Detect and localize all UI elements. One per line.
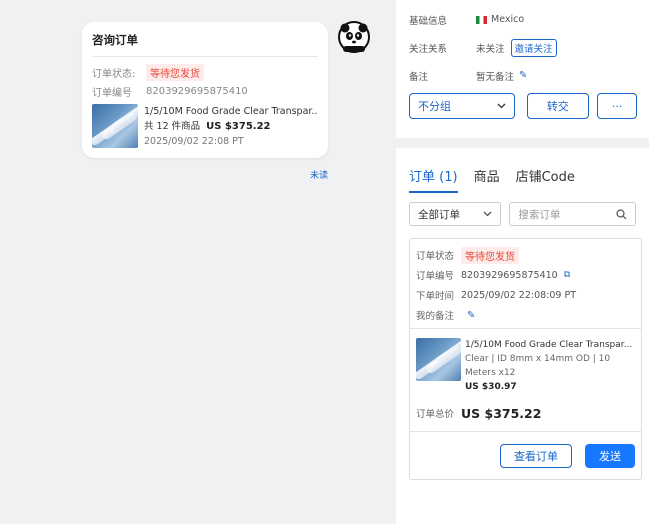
product-thumbnail [416,338,461,381]
order-price: US $375.22 [206,121,271,132]
order-filter-select[interactable]: 全部订单 [409,202,502,226]
order-no-label: 订单编号 [92,87,132,99]
transfer-button[interactable]: 转交 [526,93,590,119]
panda-avatar-icon[interactable] [338,21,370,53]
edit-note-icon[interactable]: ✎ [467,310,475,321]
product-name: 1/5/10M Food Grade Clear Transpar... [144,106,318,117]
edit-note-icon[interactable]: ✎ [519,70,527,81]
search-icon[interactable] [616,208,627,220]
chevron-down-icon [497,103,505,109]
send-button[interactable]: 发送 [585,443,635,468]
card-title: 咨询订单 [92,32,318,57]
order-time-label: 下单时间 [416,291,455,302]
customer-side-panel: 基础信息 Mexico 关注关系 未关注 邀请关注 备注 暂无备注 ✎ 不分组 转交… [396,0,649,524]
order-filter-value: 全部订单 [418,208,460,221]
customer-info: 基础信息 Mexico 关注关系 未关注 邀请关注 备注 暂无备注 ✎ 不分组 转交… [396,10,649,148]
group-select-value: 不分组 [418,100,451,113]
order-time: 2025/09/02 22:08:09 PT [461,289,576,301]
my-note-label: 我的备注 [416,311,455,322]
more-button[interactable]: ··· [597,93,637,119]
relation-label: 关注关系 [409,43,448,55]
product-name: 1/5/10M Food Grade Clear Transpar... [465,340,633,350]
order-date: 2025/09/02 22:08 PT [144,136,244,147]
order-total-label: 订单总价 [416,409,455,420]
product-spec: Clear | ID 8mm x 14mm OD | 10 Meters x12 [465,354,611,378]
note-value: 暂无备注 [476,71,515,83]
view-order-button[interactable]: 查看订单 [500,443,572,468]
order-status-badge: 等待您发货 [461,246,519,264]
copy-icon[interactable]: ⧉ [564,270,570,280]
basic-info-label: 基础信息 [409,15,448,27]
order-total: US $375.22 [461,405,542,421]
group-select[interactable]: 不分组 [409,93,515,119]
mexico-flag-icon [476,15,487,24]
order-detail-card: 订单状态 等待您发货 订单编号 8203929695875410 ⧉ 下单时间 2… [409,238,642,480]
invite-follow-button[interactable]: 邀请关注 [510,38,557,57]
unit-price: US $30.97 [465,382,517,392]
tab-bar: 订单 (1) 商品 店铺Code [396,156,649,194]
tab-products[interactable]: 商品 [474,156,500,194]
order-product-row: 1/5/10M Food Grade Clear Transpar... Cle… [410,329,641,394]
order-inquiry-card[interactable]: 咨询订单 订单状态: 等待您发货 订单编号 8203929695875410 1… [82,22,328,158]
chevron-down-icon [483,211,492,217]
note-label: 备注 [409,71,429,83]
chat-area: 咨询订单 订单状态: 等待您发货 订单编号 8203929695875410 1… [0,0,396,524]
status-badge: 等待您发货 [146,63,204,81]
unread-label: 未读 [310,171,329,181]
item-count: 共 12 件商品 [144,121,201,132]
product-row: 1/5/10M Food Grade Clear Transpar... 共 1… [92,104,318,149]
tab-orders[interactable]: 订单 (1) [409,156,458,194]
tab-store-code[interactable]: 店铺Code [516,156,575,194]
order-no-label: 订单编号 [416,271,455,282]
order-no: 8203929695875410 [146,85,248,97]
order-status-label: 订单状态 [416,251,455,262]
order-no: 8203929695875410 [461,269,558,281]
relation-value: 未关注 [476,43,505,55]
order-search-input[interactable]: 搜索订单 [509,202,636,226]
search-placeholder: 搜索订单 [518,208,561,221]
status-label: 订单状态: [92,68,136,80]
product-thumbnail [92,104,138,148]
country: Mexico [491,14,525,25]
